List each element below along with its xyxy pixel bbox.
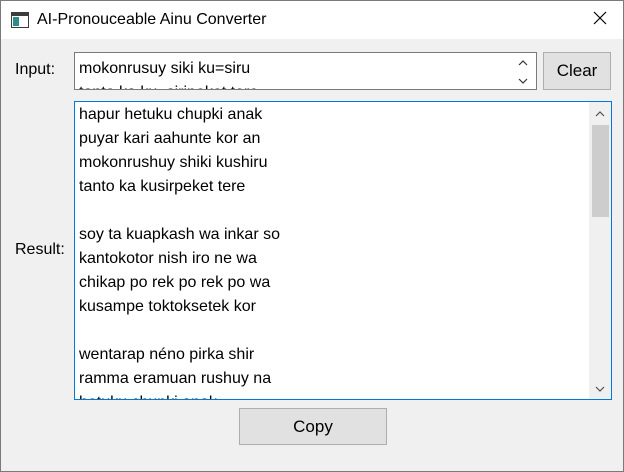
scroll-down-icon (595, 379, 605, 397)
result-text: hapur hetuku chupki anak puyar kari aahu… (79, 103, 585, 399)
result-line: hetuku chupki anak (79, 391, 585, 399)
scroll-up-button[interactable] (589, 102, 611, 124)
result-scrollbar[interactable] (589, 102, 611, 399)
window-title: AI-Pronouceable Ainu Converter (37, 11, 267, 28)
result-line: ramma eramuan rushuy na (79, 370, 272, 387)
result-line: kantokotor nish iro ne wa (79, 250, 257, 267)
clear-button[interactable]: Clear (543, 52, 611, 90)
result-line: hapur hetuku chupki anak (79, 106, 263, 123)
title-bar: AI-Pronouceable Ainu Converter (1, 1, 623, 39)
close-button[interactable] (577, 1, 623, 39)
input-line: tanto ka ku=siripeket tere (79, 81, 507, 89)
result-line: soy ta kuapkash wa inkar so (79, 226, 280, 243)
input-spinner (510, 53, 536, 89)
copy-button[interactable]: Copy (239, 408, 387, 445)
spin-down-button[interactable] (510, 71, 536, 89)
input-text: mokonrusuy siki ku=siru tanto ka ku=siri… (79, 57, 507, 89)
result-line: wentarap néno pirka shir (79, 346, 255, 363)
spin-up-icon (518, 53, 528, 71)
app-window-icon (11, 12, 29, 28)
result-line: puyar kari aahunte kor an (79, 130, 261, 147)
scroll-up-icon (595, 104, 605, 122)
result-label: Result: (15, 241, 65, 258)
result-line (79, 319, 585, 343)
result-line: chikap po rek po rek po wa (79, 274, 271, 291)
input-line: mokonrusuy siki ku=siru (79, 60, 251, 77)
input-label: Input: (15, 61, 56, 78)
result-line: kusampe toktoksetek kor (79, 298, 256, 315)
result-line: mokonrushuy shiki kushiru (79, 154, 268, 171)
result-line (79, 199, 585, 223)
result-textarea[interactable]: hapur hetuku chupki anak puyar kari aahu… (74, 101, 612, 400)
app-window: AI-Pronouceable Ainu Converter Input: mo… (0, 0, 624, 472)
result-line: tanto ka kusirpeket tere (79, 178, 246, 195)
scroll-down-button[interactable] (589, 377, 611, 399)
close-icon (593, 11, 607, 30)
spin-up-button[interactable] (510, 53, 536, 71)
spin-down-icon (518, 71, 528, 89)
input-field[interactable]: mokonrusuy siki ku=siru tanto ka ku=siri… (74, 52, 537, 90)
scrollbar-thumb[interactable] (592, 125, 609, 217)
